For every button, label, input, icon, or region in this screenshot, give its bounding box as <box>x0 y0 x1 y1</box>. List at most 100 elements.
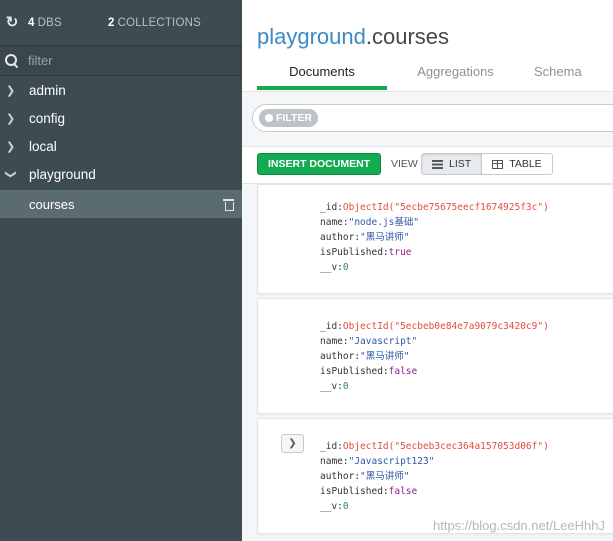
filter-pill-label: FILTER <box>276 112 312 124</box>
database-item-admin[interactable]: ❯ admin <box>0 76 242 104</box>
field-value: "Javascript123" <box>348 456 435 467</box>
field-id: _id:ObjectId("5ecbeb0e84e7a9079c3420c9") <box>320 319 549 334</box>
database-name: playground <box>29 166 96 182</box>
field-key: _id: <box>320 441 343 452</box>
field-version: __v:0 <box>320 499 549 514</box>
field-author: author:"黑马讲师" <box>320 230 549 245</box>
chevron-right-icon: ❯ <box>288 438 297 449</box>
field-key: _id: <box>320 321 343 332</box>
list-icon <box>432 159 443 169</box>
field-name: name:"node.js基础" <box>320 215 549 230</box>
tab-aggregations[interactable]: Aggregations <box>399 58 512 90</box>
field-key: __v: <box>320 501 343 512</box>
field-value: true <box>388 247 412 258</box>
field-key: author: <box>320 471 361 482</box>
field-key: __v: <box>320 262 343 273</box>
field-value: "Javascript" <box>348 336 418 347</box>
field-name: name:"Javascript" <box>320 334 549 349</box>
database-list: ❯ admin ❯ config ❯ local ❯ playground <box>0 76 242 188</box>
database-item-local[interactable]: ❯ local <box>0 132 242 160</box>
collection-header: playground.courses Documents Aggregation… <box>242 0 613 92</box>
document-fields: _id:ObjectId("5ecbe75675eecf1674925f3c")… <box>320 200 549 275</box>
chevron-right-icon[interactable]: ❯ <box>6 84 18 97</box>
field-value: "黑马讲师" <box>360 471 410 482</box>
database-item-playground[interactable]: ❯ playground <box>0 160 242 188</box>
field-key: isPublished: <box>320 247 389 258</box>
documents-toolbar: INSERT DOCUMENT VIEW LIST TABLE <box>242 146 613 184</box>
database-name: config <box>29 110 66 126</box>
field-version: __v:0 <box>320 260 549 275</box>
list-view-label: LIST <box>449 158 472 170</box>
collection-count-value: 2 <box>108 16 115 29</box>
field-key: name: <box>320 217 349 228</box>
document-fields: _id:ObjectId("5ecbeb3cec364a157053d06f")… <box>320 439 549 514</box>
field-key: author: <box>320 232 361 243</box>
collection-count-label: COLLECTIONS <box>117 16 201 29</box>
field-key: author: <box>320 351 361 362</box>
field-key: isPublished: <box>320 486 389 497</box>
field-value: "node.js基础" <box>348 217 420 228</box>
document-fields: _id:ObjectId("5ecbeb0e84e7a9079c3420c9")… <box>320 319 549 394</box>
insert-document-button[interactable]: INSERT DOCUMENT <box>257 153 382 175</box>
field-version: __v:0 <box>320 379 549 394</box>
table-view-button[interactable]: TABLE <box>482 153 553 175</box>
tab-schema[interactable]: Schema <box>534 58 594 90</box>
field-value: false <box>388 486 418 497</box>
view-label: VIEW <box>391 158 418 170</box>
table-icon <box>492 159 504 169</box>
field-key: _id: <box>320 202 343 213</box>
title-database[interactable]: playground <box>257 24 366 49</box>
field-author: author:"黑马讲师" <box>320 469 549 484</box>
field-value: ObjectId("5ecbe75675eecf1674925f3c") <box>342 202 549 213</box>
field-key: name: <box>320 336 349 347</box>
document-card[interactable]: _id:ObjectId("5ecbeb0e84e7a9079c3420c9")… <box>257 298 613 414</box>
database-name: local <box>29 138 57 154</box>
sidebar-filter-input[interactable] <box>28 53 228 68</box>
field-ispublished: isPublished:true <box>320 245 549 260</box>
page-title: playground.courses <box>257 24 449 50</box>
field-ispublished: isPublished:false <box>320 484 549 499</box>
field-author: author:"黑马讲师" <box>320 349 549 364</box>
expand-document-button[interactable]: ❯ <box>281 434 304 453</box>
refresh-icon[interactable]: ↻ <box>4 14 20 31</box>
view-toggle: LIST TABLE <box>421 153 553 175</box>
title-collection: courses <box>372 24 450 49</box>
query-bar: FILTER <box>242 92 613 146</box>
field-name: name:"Javascript123" <box>320 454 549 469</box>
field-value: 0 <box>342 262 349 273</box>
field-value: 0 <box>342 501 349 512</box>
tab-bar: Documents Aggregations Schema <box>257 58 594 90</box>
collection-item-courses[interactable]: courses <box>0 190 242 218</box>
chevron-right-icon[interactable]: ❯ <box>6 140 18 153</box>
search-icon <box>4 53 20 69</box>
field-value: "黑马讲师" <box>360 351 410 362</box>
trash-icon[interactable] <box>223 197 234 211</box>
field-value: "黑马讲师" <box>360 232 410 243</box>
filter-pill: FILTER <box>259 109 318 127</box>
sidebar-header: ↻ 4 DBS 2 COLLECTIONS <box>0 0 242 46</box>
field-key: __v: <box>320 381 343 392</box>
db-count-label: DBS <box>37 16 62 29</box>
field-id: _id:ObjectId("5ecbe75675eecf1674925f3c") <box>320 200 549 215</box>
field-ispublished: isPublished:false <box>320 364 549 379</box>
filter-dot-icon <box>265 114 273 122</box>
document-card[interactable]: ❯ _id:ObjectId("5ecbeb3cec364a157053d06f… <box>257 418 613 534</box>
list-view-button[interactable]: LIST <box>421 153 483 175</box>
sidebar-filter <box>0 46 242 76</box>
db-count-value: 4 <box>28 16 35 29</box>
document-card[interactable]: _id:ObjectId("5ecbe75675eecf1674925f3c")… <box>257 184 613 294</box>
field-value: 0 <box>342 381 349 392</box>
tab-documents[interactable]: Documents <box>257 58 387 90</box>
database-item-config[interactable]: ❯ config <box>0 104 242 132</box>
filter-input[interactable]: FILTER <box>252 104 613 132</box>
watermark: https://blog.csdn.net/LeeHhhJ <box>432 518 605 533</box>
chevron-right-icon[interactable]: ❯ <box>6 112 18 125</box>
field-id: _id:ObjectId("5ecbeb3cec364a157053d06f") <box>320 439 549 454</box>
field-value: ObjectId("5ecbeb3cec364a157053d06f") <box>342 441 549 452</box>
db-count: 4 DBS <box>28 17 108 29</box>
collection-count: 2 COLLECTIONS <box>108 17 201 29</box>
collection-name: courses <box>29 196 75 212</box>
main-panel: playground.courses Documents Aggregation… <box>242 0 613 541</box>
database-name: admin <box>29 82 66 98</box>
chevron-down-icon[interactable]: ❯ <box>4 169 17 181</box>
